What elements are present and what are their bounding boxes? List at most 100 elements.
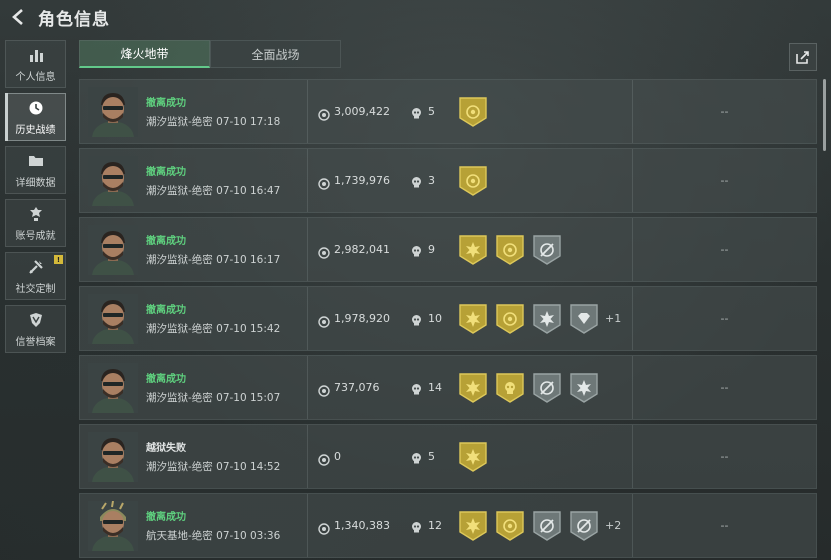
money-value: 3,009,422 [334, 105, 390, 118]
avatar [88, 362, 138, 413]
skull-icon [410, 381, 423, 395]
score-cell: -- [633, 425, 816, 488]
match-time: 07-10 14:52 [216, 461, 281, 473]
coin-icon [318, 106, 330, 121]
score-value: -- [720, 519, 729, 532]
medal-gold-star-icon [458, 372, 488, 404]
score-cell: -- [633, 218, 816, 281]
table-row[interactable]: 撤离成功 潮汐监狱-绝密 07-10 15:07 737,076 14 -- [79, 355, 817, 420]
skull-icon [410, 312, 423, 326]
match-detail: 潮汐监狱-绝密 07-10 16:47 [146, 183, 280, 198]
table-row[interactable]: 撤离成功 潮汐监狱-绝密 07-10 17:18 3,009,422 5 -- [79, 79, 817, 144]
medal-list [458, 96, 495, 128]
kills-value: 5 [428, 105, 435, 118]
clock-icon [27, 99, 45, 117]
match-time: 07-10 03:36 [216, 530, 281, 542]
skull-icon [410, 450, 423, 464]
sidebar-item-reputation[interactable]: 信誉档案 [5, 305, 66, 353]
table-row[interactable]: 越狱失败潮汐监狱-绝密 07-10 14:52 0 5 -- [79, 424, 817, 489]
match-result: 撤离成功 [146, 305, 186, 316]
score-cell: -- [633, 356, 816, 419]
medal-gold-star-icon [458, 234, 488, 266]
table-row[interactable]: 撤离成功 潮汐监狱-绝密 07-10 16:17 2,982,041 9 -- [79, 217, 817, 282]
kills-value: 5 [428, 450, 435, 463]
map-name: 潮汐监狱-绝密 [146, 116, 213, 128]
stat-group: 2,982,041 9 [318, 234, 569, 266]
table-row[interactable]: 撤离成功 潮汐监狱-绝密 07-10 16:47 1,739,976 3 -- [79, 148, 817, 213]
shield-icon [27, 311, 45, 329]
skull-icon [410, 519, 423, 533]
match-info: 撤离成功潮汐监狱-绝密 07-10 16:47 [146, 163, 280, 198]
sidebar-item-match-history[interactable]: 历史战绩 [5, 93, 66, 141]
sidebar-item-label: 社交定制 [15, 283, 56, 295]
coin-icon [318, 382, 330, 397]
back-arrow-icon[interactable] [6, 4, 32, 30]
match-time: 07-10 15:42 [216, 323, 281, 335]
medal-gold-star-icon [458, 441, 488, 473]
match-stats: 2,982,041 9 [308, 218, 633, 281]
coin-icon [318, 313, 330, 328]
stat-group: 1,739,976 3 [318, 165, 495, 197]
sidebar-item-personal-info[interactable]: 个人信息 [5, 40, 66, 88]
medal-gray-cross-icon [532, 234, 562, 266]
medal-gold-star-icon [458, 303, 488, 335]
header-bar: 角色信息 [0, 0, 831, 34]
sidebar-item-label: 个人信息 [15, 71, 56, 83]
sidebar-item-social[interactable]: 社交定制 ! [5, 252, 66, 300]
table-row[interactable]: 撤离成功 潮汐监狱-绝密 07-10 15:42 1,978,920 10 +1 -- [79, 286, 817, 351]
folder-icon [27, 152, 45, 170]
score-value: -- [720, 450, 729, 463]
money-value: 1,340,383 [334, 519, 390, 532]
medal-gold-star-icon [458, 510, 488, 542]
money-value: 1,978,920 [334, 312, 390, 325]
skull-icon [410, 243, 423, 257]
tab-full-battlefield[interactable]: 全面战场 [210, 40, 341, 68]
money-value: 737,076 [334, 381, 380, 394]
kills-value: 9 [428, 243, 435, 256]
match-info: 越狱失败潮汐监狱-绝密 07-10 14:52 [146, 439, 280, 474]
score-cell: -- [633, 494, 816, 557]
coin-icon [318, 451, 330, 466]
score-value: -- [720, 243, 729, 256]
scrollbar[interactable] [823, 79, 826, 151]
sidebar-item-achievements[interactable]: 账号成就 [5, 199, 66, 247]
match-time: 07-10 16:47 [216, 185, 281, 197]
sidebar-item-detailed-data[interactable]: 详细数据 [5, 146, 66, 194]
kills-value: 14 [428, 381, 442, 394]
avatar [88, 155, 138, 206]
medal-gold-shield-icon [495, 303, 525, 335]
money-value: 2,982,041 [334, 243, 390, 256]
match-result: 撤离成功 [146, 167, 186, 178]
medal-list [458, 441, 495, 473]
match-stats: 737,076 14 [308, 356, 633, 419]
match-detail: 潮汐监狱-绝密 07-10 15:42 [146, 321, 280, 336]
share-button[interactable] [789, 43, 817, 71]
match-stats: 05 [308, 425, 633, 488]
medal-gray-burst-icon [569, 372, 599, 404]
medal-list: +1 [458, 303, 621, 335]
match-result: 越狱失败 [146, 443, 186, 454]
stat-group: 3,009,422 5 [318, 96, 495, 128]
medal-gold-shield-icon [495, 510, 525, 542]
sidebar-item-label: 历史战绩 [15, 124, 56, 136]
tab-beacon-zone[interactable]: 烽火地带 [79, 40, 210, 68]
medal-gray-cross-icon [532, 372, 562, 404]
medal-gray-burst-icon [532, 303, 562, 335]
coin-icon [318, 244, 330, 259]
match-history-list: 撤离成功 潮汐监狱-绝密 07-10 17:18 3,009,422 5 -- 撤离成功潮… [79, 79, 817, 560]
medal-list: +2 [458, 510, 621, 542]
page-title: 角色信息 [38, 9, 110, 30]
medal-gold-shield-icon [458, 96, 488, 128]
medal-gold-skull-icon [495, 372, 525, 404]
avatar [88, 431, 138, 482]
match-summary: 撤离成功 潮汐监狱-绝密 07-10 17:18 [80, 80, 308, 143]
avatar [88, 293, 138, 344]
match-detail: 潮汐监狱-绝密 07-10 15:07 [146, 390, 280, 405]
match-detail: 潮汐监狱-绝密 07-10 14:52 [146, 459, 280, 474]
match-time: 07-10 17:18 [216, 116, 281, 128]
match-summary: 撤离成功 航天基地-绝密 07-10 03:36 [80, 494, 308, 557]
score-cell: -- [633, 80, 816, 143]
table-row[interactable]: 撤离成功 航天基地-绝密 07-10 03:36 1,340,383 12 +2 -- [79, 493, 817, 558]
match-info: 撤离成功潮汐监狱-绝密 07-10 15:42 [146, 301, 280, 336]
avatar [88, 224, 138, 275]
